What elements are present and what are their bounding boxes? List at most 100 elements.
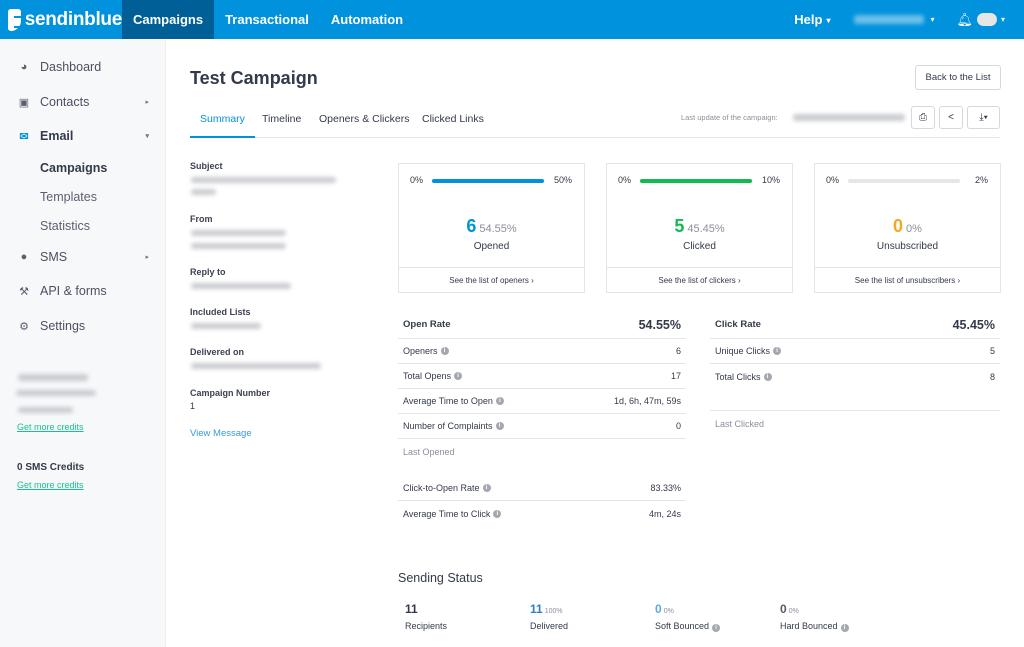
chevron-down-icon[interactable]: ▾ xyxy=(930,15,934,24)
row-label: Total Opens xyxy=(403,371,452,381)
from-value-redacted xyxy=(191,230,286,236)
tab-openers-clickers[interactable]: Openers & Clickers xyxy=(319,113,409,138)
bar-min-label: 0% xyxy=(410,175,424,185)
sidebar-item-contacts[interactable]: ▣ Contacts ▸ xyxy=(0,90,166,114)
chevron-down-icon: ▾ xyxy=(826,16,831,26)
sidebar-item-api-forms[interactable]: ⚒ API & forms xyxy=(0,279,166,303)
row-label: Unique Clicks xyxy=(715,346,771,356)
notification-bell-icon[interactable]: 🔔︎ xyxy=(956,12,973,28)
sidebar-subitem-campaigns[interactable]: Campaigns xyxy=(40,161,107,175)
tab-clicked-links[interactable]: Clicked Links xyxy=(422,113,484,138)
info-icon[interactable]: i xyxy=(495,397,504,405)
sidebar-item-dashboard[interactable]: ◕ Dashboard xyxy=(0,55,166,79)
clicked-progress-bar xyxy=(640,179,752,183)
see-clickers-link[interactable]: See the list of clickers › xyxy=(607,267,792,292)
main-content: Test Campaign Back to the List Summary T… xyxy=(166,39,1024,647)
help-label: Help xyxy=(794,12,823,27)
tab-timeline[interactable]: Timeline xyxy=(262,113,301,138)
sidebar-item-label: SMS xyxy=(40,250,68,264)
recipients-count: 11 xyxy=(405,602,418,616)
table-row: Number of Complaints i 0 xyxy=(398,414,686,439)
chat-icon: ● xyxy=(20,251,28,263)
see-unsubscribers-link[interactable]: See the list of unsubscribers › xyxy=(815,267,1000,292)
unsubscribed-progress-bar xyxy=(848,179,960,183)
info-icon[interactable]: i xyxy=(482,484,491,492)
row-value: 4m, 24s xyxy=(648,508,681,519)
subject-label: Subject xyxy=(190,161,223,171)
chevron-right-icon: ▸ xyxy=(145,99,149,106)
row-label: Openers xyxy=(403,346,438,356)
sidebar-item-sms[interactable]: ● SMS ▸ xyxy=(0,245,166,269)
get-more-sms-credits-link[interactable]: Get more credits xyxy=(17,480,84,490)
info-icon[interactable]: i xyxy=(495,422,504,430)
sidebar-subitem-templates[interactable]: Templates xyxy=(40,190,97,204)
recipients-label: Recipients xyxy=(405,621,448,631)
plan-info-redacted xyxy=(18,407,73,413)
download-button[interactable]: ⤓▾ xyxy=(967,106,1000,129)
soft-bounced-percent: 0% xyxy=(663,608,674,615)
info-icon[interactable]: i xyxy=(440,347,449,355)
click-rate-value: 45.45% xyxy=(952,317,995,332)
open-stats-table: Open Rate 54.55% Openers i 6 Total Opens i 17… xyxy=(398,311,686,464)
info-icon[interactable]: i xyxy=(773,347,782,355)
clicked-stat: 5 45.45% xyxy=(607,216,792,237)
account-name-redacted[interactable] xyxy=(854,15,925,24)
info-icon[interactable]: i xyxy=(840,624,849,632)
hard-bounced-label: Hard Bounced xyxy=(780,621,838,631)
info-icon[interactable]: i xyxy=(493,509,502,518)
sidebar-item-label: Dashboard xyxy=(40,60,102,74)
click-rate-label: Click Rate xyxy=(715,319,761,330)
clicked-card: 0% 10% 5 45.45% Clicked See the list of c… xyxy=(606,163,793,293)
share-icon: < xyxy=(948,112,954,123)
row-value: 83.33% xyxy=(650,483,681,493)
hard-bounced-stat: 0 0% Hard Bounced i xyxy=(780,600,849,632)
envelope-icon: ✉ xyxy=(19,130,29,143)
back-to-list-button[interactable]: Back to the List xyxy=(915,65,1001,90)
print-button[interactable]: ⎙ xyxy=(911,106,935,129)
sidebar-subitem-statistics[interactable]: Statistics xyxy=(40,219,90,233)
share-button[interactable]: < xyxy=(939,106,963,129)
nav-tab-campaigns[interactable]: Campaigns xyxy=(122,0,215,39)
info-icon[interactable]: i xyxy=(712,624,721,632)
info-icon[interactable]: i xyxy=(763,372,772,381)
sidebar-item-label: Email xyxy=(40,129,74,143)
sending-status-title: Sending Status xyxy=(398,571,483,585)
plan-info-redacted xyxy=(16,390,96,396)
open-rate-row: Open Rate 54.55% xyxy=(398,311,686,339)
subject-value-redacted xyxy=(191,177,336,183)
bar-min-label: 0% xyxy=(618,175,632,185)
nav-tab-transactional[interactable]: Transactional xyxy=(214,0,320,39)
sidebar-item-label: Contacts xyxy=(40,95,90,109)
tab-summary[interactable]: Summary xyxy=(190,113,255,138)
sidebar-item-settings[interactable]: ⚙ Settings xyxy=(0,314,166,338)
top-right-menu: Help ▾ ▾ 🔔︎ ▾ xyxy=(794,0,1024,39)
view-message-link[interactable]: View Message xyxy=(190,428,252,439)
row-label: Click-to-Open Rate xyxy=(403,483,480,493)
click-open-stats-table: Click-to-Open Rate i 83.33% Average Time t… xyxy=(398,476,686,526)
bar-max-label: 2% xyxy=(974,175,988,185)
get-more-credits-link[interactable]: Get more credits xyxy=(17,422,84,432)
info-icon[interactable]: i xyxy=(454,372,463,380)
sidebar: ◕ Dashboard ▣ Contacts ▸ ✉ Email ▾ Campa… xyxy=(0,39,166,647)
chevron-down-icon[interactable]: ▾ xyxy=(1001,15,1005,24)
last-clicked-row: Last Clicked xyxy=(710,411,1000,436)
help-menu[interactable]: Help ▾ xyxy=(794,12,830,27)
soft-bounced-count: 0 xyxy=(655,602,662,616)
hard-bounced-count: 0 xyxy=(780,602,787,616)
opened-progress-fill xyxy=(432,179,544,183)
delivered-count: 11 xyxy=(530,602,543,616)
sendinblue-logo[interactable]: sendinblue xyxy=(0,0,122,39)
clicked-percent: 45.45% xyxy=(687,223,725,235)
chevron-down-icon: ▾ xyxy=(145,133,149,140)
see-openers-link[interactable]: See the list of openers › xyxy=(399,267,584,292)
page-title: Test Campaign xyxy=(190,68,318,88)
table-row: Total Opens i 17 xyxy=(398,364,686,389)
nav-tab-automation[interactable]: Automation xyxy=(320,0,414,39)
opened-progress-bar xyxy=(432,179,544,183)
clicked-progress-fill xyxy=(640,179,752,183)
top-navigation-bar: sendinblue Campaigns Transactional Autom… xyxy=(0,0,1024,39)
sidebar-item-email[interactable]: ✉ Email ▾ xyxy=(0,124,166,148)
row-label: Average Time to Click xyxy=(403,508,491,519)
avatar[interactable] xyxy=(976,13,997,26)
last-opened-label: Last Opened xyxy=(403,446,455,457)
